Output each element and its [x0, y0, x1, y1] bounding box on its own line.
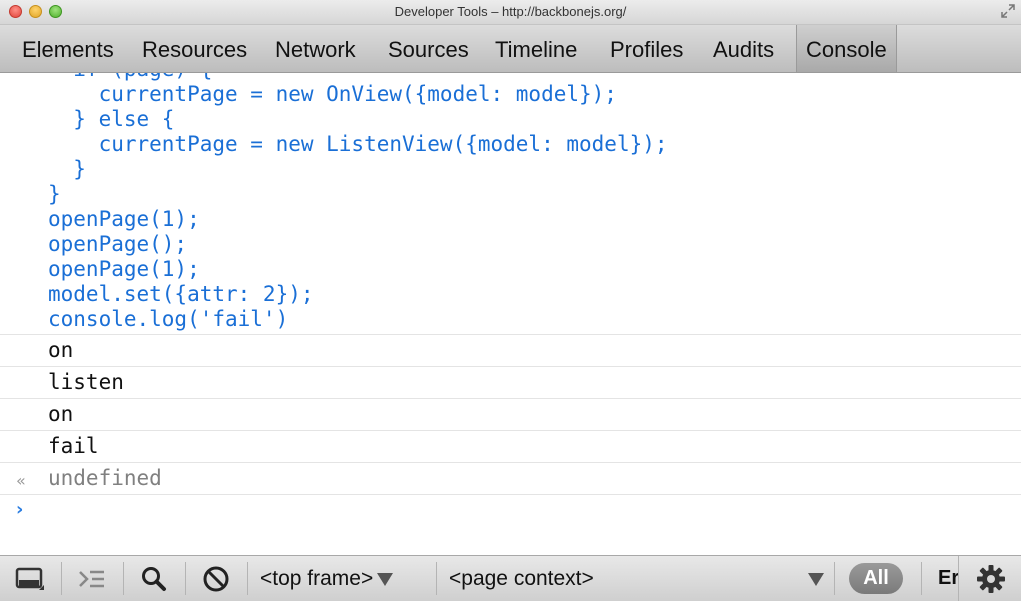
frame-select-value: <top frame>: [260, 567, 374, 590]
command-line: console.log('fail'): [48, 307, 289, 331]
tab-audits[interactable]: Audits: [713, 25, 774, 72]
console-output[interactable]: if (page) { currentPage = new OnView({mo…: [0, 73, 1021, 555]
tab-timeline[interactable]: Timeline: [495, 25, 577, 72]
result-text: undefined: [48, 466, 162, 490]
console-result: « undefined: [0, 462, 1021, 495]
command-line: openPage(1);: [48, 207, 200, 231]
filter-errors-button[interactable]: Errors: [938, 562, 960, 595]
command-line: currentPage = new OnView({model: model})…: [48, 82, 617, 106]
panel-tabbar: Elements Resources Network Sources Timel…: [0, 25, 1021, 73]
tab-profiles[interactable]: Profiles: [610, 25, 683, 72]
separator: [436, 562, 437, 595]
message-text: fail: [48, 434, 99, 458]
command-line: currentPage = new ListenView({model: mod…: [48, 132, 668, 156]
command-line: model.set({attr: 2});: [48, 282, 314, 306]
command-line: }: [48, 157, 86, 181]
tab-console[interactable]: Console: [796, 25, 897, 72]
search-icon: [142, 566, 166, 591]
separator: [921, 562, 922, 595]
multiline-icon: [79, 570, 104, 587]
dropdown-arrow-icon: [377, 572, 394, 586]
tab-elements[interactable]: Elements: [22, 25, 114, 72]
console-message: on: [0, 334, 1021, 367]
fullscreen-icon[interactable]: [1001, 4, 1015, 18]
console-prompt[interactable]: ›: [0, 494, 1021, 525]
status-bar: <top frame> <page context> All Errors: [0, 555, 1021, 601]
command-line: if (page) {: [48, 73, 212, 82]
dropdown-arrow-icon: [808, 573, 824, 586]
prompt-chevron-icon: ›: [16, 499, 24, 520]
command-line: }: [48, 182, 61, 206]
context-select[interactable]: <page context>: [449, 562, 829, 595]
separator: [834, 562, 835, 595]
message-text: on: [48, 338, 74, 362]
separator: [247, 562, 248, 595]
command-line: openPage(1);: [48, 257, 200, 281]
command-line: } else {: [48, 107, 175, 131]
window-titlebar: Developer Tools – http://backbonejs.org/: [0, 0, 1021, 25]
gear-icon: [976, 564, 1005, 593]
context-select-value: <page context>: [449, 567, 594, 590]
console-message: on: [0, 398, 1021, 431]
search-button[interactable]: [124, 556, 184, 601]
console-message: listen: [0, 366, 1021, 399]
settings-button[interactable]: [958, 556, 1021, 601]
dock-toggle-button[interactable]: [0, 556, 60, 601]
result-arrow-icon: «: [16, 471, 26, 490]
tab-network[interactable]: Network: [275, 25, 356, 72]
window-title: Developer Tools – http://backbonejs.org/: [394, 4, 627, 19]
tab-resources[interactable]: Resources: [142, 25, 247, 72]
frame-select[interactable]: <top frame>: [260, 562, 394, 595]
clear-console-button[interactable]: [186, 556, 246, 601]
multiline-toggle-button[interactable]: [62, 556, 122, 601]
filter-all-button[interactable]: All: [849, 563, 903, 594]
console-message: fail: [0, 430, 1021, 463]
clear-icon: [203, 566, 229, 591]
tab-sources[interactable]: Sources: [388, 25, 469, 72]
command-line: openPage();: [48, 232, 188, 256]
message-text: listen: [48, 370, 124, 394]
message-text: on: [48, 402, 74, 426]
dock-icon: [15, 567, 44, 590]
